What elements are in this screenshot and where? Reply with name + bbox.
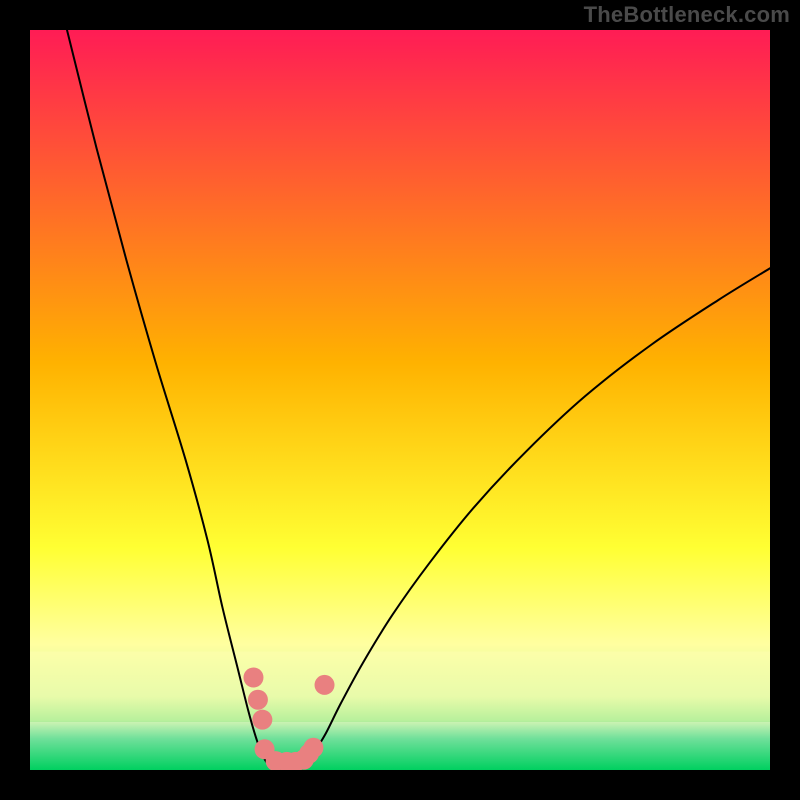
green-band: [30, 722, 770, 770]
bottleneck-points-10: [315, 675, 335, 695]
bottleneck-points-9: [303, 738, 323, 758]
bottleneck-points-2: [252, 710, 272, 730]
plot-area: [30, 30, 770, 770]
attribution-text: TheBottleneck.com: [584, 2, 790, 28]
bottleneck-points-0: [243, 668, 263, 688]
chart-frame: TheBottleneck.com: [0, 0, 800, 800]
chart-svg: [30, 30, 770, 770]
bottleneck-points-1: [248, 690, 268, 710]
pale-band: [30, 652, 770, 722]
